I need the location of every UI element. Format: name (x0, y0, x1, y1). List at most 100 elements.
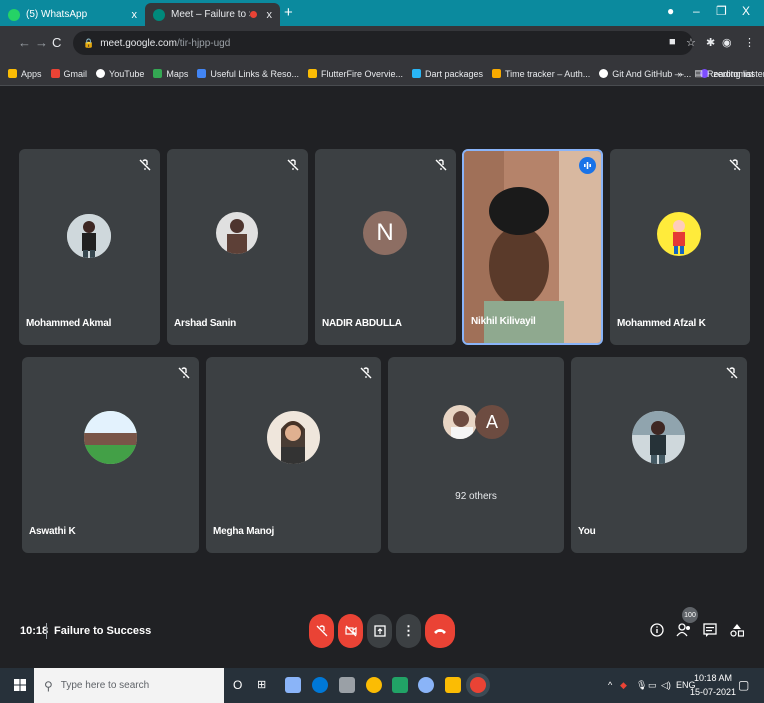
meeting-time: 10:18 (20, 625, 49, 637)
file-explorer-icon[interactable] (445, 677, 461, 693)
screen: (5) WhatsApp x Meet – Failure to Success… (0, 0, 764, 703)
toggle-mic-button[interactable] (309, 614, 334, 648)
video-feed (464, 151, 601, 343)
avatar (67, 214, 111, 258)
participant-tile-active-speaker[interactable]: Nikhil Kilivayil (462, 149, 603, 345)
minimize-icon[interactable]: – (693, 4, 700, 18)
windows-start-icon[interactable] (14, 679, 26, 691)
people-icon[interactable] (676, 623, 692, 637)
bookmarks-bar: Apps Gmail YouTube Maps Useful Links & R… (0, 62, 764, 86)
new-tab-button[interactable]: + (284, 4, 293, 21)
tab-meet[interactable]: Meet – Failure to Success x (145, 3, 280, 26)
participant-tile[interactable]: Arshad Sanin (167, 149, 308, 345)
participant-tile[interactable]: Aswathi K (22, 357, 199, 553)
present-screen-button[interactable] (367, 614, 392, 648)
tab-title: (5) WhatsApp (26, 9, 88, 20)
reading-list[interactable]: » ▤ Reading list (677, 68, 754, 79)
mic-off-icon (139, 159, 151, 171)
back-icon[interactable]: ← (18, 35, 31, 50)
github-icon (599, 69, 609, 78)
app-icon[interactable] (418, 677, 434, 693)
app-icon[interactable] (339, 677, 355, 693)
url-path: /tir-hjpp-ugd (176, 37, 231, 49)
bookmark-label: Dart packages (424, 68, 484, 79)
notifications-icon[interactable]: ▢ (738, 678, 749, 692)
close-icon[interactable]: x (267, 9, 273, 21)
taskbar-search-input[interactable]: ⚲ Type here to search (34, 668, 224, 703)
mic-off-icon (287, 159, 299, 171)
divider (46, 623, 47, 639)
clock-time: 10:18 AM (694, 673, 733, 683)
volume-icon[interactable]: ◁) (661, 680, 671, 691)
meet-icon (153, 8, 165, 21)
store-icon[interactable] (285, 677, 301, 693)
firebase-icon (307, 69, 317, 78)
record-icon[interactable]: ● (667, 4, 674, 18)
maximize-icon[interactable]: ❐ (716, 4, 727, 18)
menu-icon[interactable]: ⋮ (744, 36, 755, 49)
apps-icon (8, 69, 17, 78)
edge-icon[interactable] (312, 677, 328, 693)
bookmark-label: FlutterFire Overvie... (320, 68, 403, 79)
bookmark-gmail[interactable]: Gmail (50, 69, 87, 79)
bookmark-label: Time tracker – Auth... (505, 68, 591, 79)
flame-icon (492, 69, 502, 78)
reload-icon[interactable]: C (52, 35, 61, 50)
reading-list-icon: ▤ (694, 68, 703, 78)
profile-avatar[interactable]: ◉ (722, 36, 732, 49)
task-view-icon[interactable]: ⊞ (257, 678, 273, 694)
bookmark-apps[interactable]: Apps (8, 69, 42, 79)
search-placeholder: Type here to search (60, 680, 150, 691)
bookmark-youtube[interactable]: YouTube (96, 69, 144, 79)
chrome-canary-icon[interactable] (366, 677, 382, 693)
others-tile[interactable]: A 92 others (388, 357, 564, 553)
address-bar-row: ← → C 🔒 meet.google.com /tir-hjpp-ugd ■ … (0, 26, 764, 62)
initial-avatar: N (363, 211, 407, 255)
document-icon (197, 69, 207, 78)
tab-whatsapp[interactable]: (5) WhatsApp x (0, 3, 145, 26)
tray-expand-icon[interactable]: ^ (608, 680, 612, 690)
avatar (443, 405, 477, 439)
info-icon[interactable] (650, 623, 664, 637)
participant-count-badge: 100 (682, 607, 698, 623)
participant-tile[interactable]: Mohammed Afzal K (610, 149, 750, 345)
star-icon[interactable]: ☆ (686, 36, 696, 49)
participant-tile[interactable]: N NADIR ABDULLA (315, 149, 456, 345)
present-icon (373, 625, 386, 637)
dart-icon (411, 69, 421, 78)
network-icon[interactable]: ▭ (648, 680, 657, 691)
camera-icon[interactable]: ■ (669, 36, 676, 48)
chrome-icon[interactable] (470, 677, 486, 693)
more-bookmarks-icon[interactable]: » (677, 69, 682, 79)
mic-off-icon (726, 367, 738, 379)
extensions-icon[interactable]: ✱ (706, 36, 715, 49)
excel-icon[interactable] (392, 677, 408, 693)
leave-call-button[interactable] (425, 614, 455, 648)
mic-off-icon (316, 625, 327, 637)
camera-off-icon (344, 625, 357, 637)
microphone-icon[interactable]: 🎙 (636, 680, 647, 691)
bookmark-useful-links[interactable]: Useful Links & Reso... (197, 69, 299, 79)
participant-tile[interactable]: Megha Manoj (206, 357, 381, 553)
participant-tile[interactable]: Mohammed Akmal (19, 149, 160, 345)
close-icon[interactable]: x (132, 9, 138, 21)
self-tile[interactable]: You (571, 357, 747, 553)
initial-avatar: A (475, 405, 509, 439)
activities-icon[interactable] (730, 623, 744, 637)
speaking-indicator-icon (579, 157, 596, 174)
close-window-icon[interactable]: X (742, 4, 750, 18)
bookmark-time-tracker[interactable]: Time tracker – Auth... (492, 69, 590, 79)
bookmark-maps[interactable]: Maps (153, 69, 188, 79)
toggle-camera-button[interactable] (338, 614, 363, 648)
bookmark-dart-packages[interactable]: Dart packages (411, 68, 484, 79)
url-field[interactable]: 🔒 meet.google.com /tir-hjpp-ugd (73, 31, 693, 55)
participant-name: NADIR ABDULLA (322, 318, 402, 329)
cortana-icon[interactable]: O (233, 678, 249, 694)
chat-icon[interactable] (703, 623, 717, 637)
bookmark-flutterfire[interactable]: FlutterFire Overvie... (307, 68, 403, 79)
forward-icon[interactable]: → (35, 35, 48, 50)
taskbar-clock[interactable]: 10:18 AM 15-07-2021 (690, 671, 736, 699)
tray-app-icon[interactable]: ◆ (620, 680, 627, 691)
more-options-button[interactable]: ⋮ (396, 614, 421, 648)
avatar (84, 411, 137, 464)
